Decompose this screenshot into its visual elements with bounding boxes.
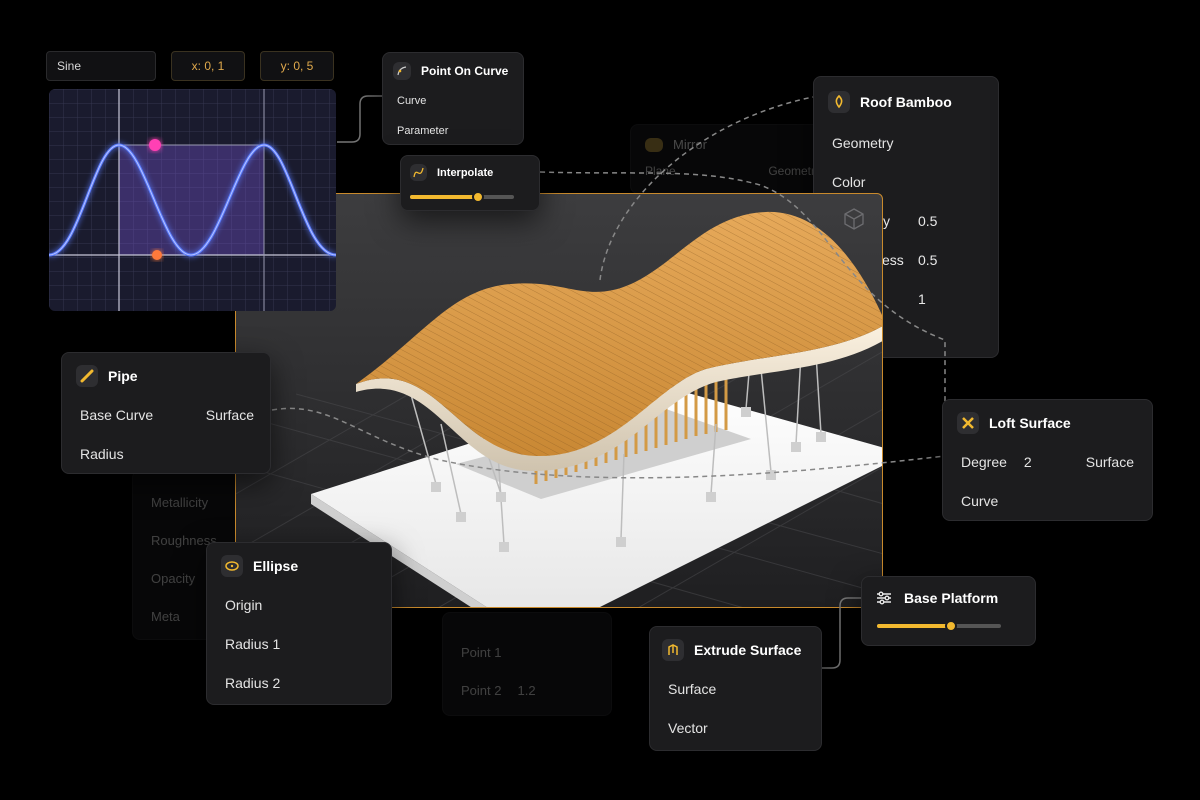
pipe-icon (76, 365, 98, 387)
extrude-surface-title: Extrude Surface (694, 642, 802, 658)
curve-point-icon (393, 62, 411, 80)
sliders-icon (874, 588, 894, 608)
sine-graph-panel[interactable] (49, 89, 336, 311)
pipe-radius-port[interactable]: Radius (62, 434, 270, 473)
extrude-surface-node[interactable]: Extrude Surface Surface Vector (649, 626, 822, 751)
ellipse-radius-2-port[interactable]: Radius 2 (207, 663, 391, 702)
extrude-vector-port[interactable]: Vector (650, 708, 821, 747)
loft-surface-output[interactable]: Surface (1086, 454, 1134, 470)
loft-degree-port[interactable]: Degree 2 Surface (943, 442, 1152, 481)
roof-roughness-value[interactable]: 0.5 (918, 252, 937, 268)
point-on-curve-parameter-port[interactable]: Parameter (383, 116, 523, 146)
roof-bamboo-title: Roof Bamboo (860, 94, 952, 110)
roof-scale-value[interactable]: 1 (918, 291, 926, 307)
mirror-title: Mirror (673, 137, 707, 152)
roof-geometry-port[interactable]: Geometry (814, 123, 998, 162)
ellipse-radius-1-port[interactable]: Radius 1 (207, 624, 391, 663)
loft-degree-value[interactable]: 2 (1024, 454, 1032, 470)
interpolate-icon (410, 164, 427, 181)
point-1-port[interactable]: Point 1 (443, 633, 611, 671)
point-2-value: 1.2 (517, 682, 536, 698)
mirror-geometry-label: Geometr (768, 164, 815, 178)
cube-icon[interactable] (844, 208, 864, 230)
selection-region (119, 145, 264, 255)
ellipse-icon (221, 555, 243, 577)
curve-point-orange[interactable] (152, 250, 162, 260)
base-platform-slider-knob[interactable] (945, 620, 958, 632)
y-range-chip[interactable]: y: 0, 5 (260, 51, 334, 81)
loft-curve-port[interactable]: Curve (943, 481, 1152, 520)
bamboo-icon (828, 91, 850, 113)
curve-point-magenta[interactable] (149, 139, 161, 151)
base-platform-slider-fill (877, 624, 952, 628)
extrude-surface-port[interactable]: Surface (650, 669, 821, 708)
ellipse-node[interactable]: Ellipse Origin Radius 1 Radius 2 (206, 542, 392, 705)
sine-graph (49, 89, 336, 311)
pipe-node[interactable]: Pipe Base Curve Surface Radius (61, 352, 271, 474)
x-range-chip[interactable]: x: 0, 1 (171, 51, 245, 81)
extrude-icon (662, 639, 684, 661)
base-platform-node[interactable]: Base Platform (861, 576, 1036, 646)
interpolate-title: Interpolate (437, 166, 494, 179)
point-on-curve-curve-port[interactable]: Curve (383, 86, 523, 116)
roof-opacity-value[interactable]: 0.5 (918, 213, 937, 229)
function-select[interactable]: Sine (46, 51, 156, 81)
material-metallicity-port[interactable]: Metallicity (133, 483, 251, 521)
interpolate-slider-fill (410, 195, 478, 199)
base-platform-slider[interactable] (877, 620, 1001, 632)
pipe-title: Pipe (108, 368, 138, 384)
interpolate-node[interactable]: Interpolate (400, 155, 540, 211)
ellipse-origin-port[interactable]: Origin (207, 585, 391, 624)
mirror-icon (645, 137, 663, 152)
points-node-ghost[interactable]: Point 1 Point 2 1.2 (442, 612, 612, 716)
base-platform-title: Base Platform (904, 590, 999, 606)
ellipse-title: Ellipse (253, 558, 299, 574)
interpolate-slider-knob[interactable] (471, 191, 484, 203)
loft-surface-title: Loft Surface (989, 415, 1071, 431)
point-on-curve-title: Point On Curve (421, 64, 509, 78)
point-on-curve-node[interactable]: Point On Curve Curve Parameter (382, 52, 524, 145)
interpolate-slider[interactable] (410, 191, 514, 203)
point-2-port[interactable]: Point 2 1.2 (443, 671, 611, 709)
pipe-surface-output[interactable]: Surface (206, 407, 254, 423)
pipe-base-curve-port[interactable]: Base Curve Surface (62, 395, 270, 434)
mirror-plane-label: Plane (645, 164, 676, 178)
loft-surface-node[interactable]: Loft Surface Degree 2 Surface Curve (942, 399, 1153, 521)
mirror-node[interactable]: Mirror Plane Geometr (630, 124, 830, 194)
loft-icon (957, 412, 979, 434)
